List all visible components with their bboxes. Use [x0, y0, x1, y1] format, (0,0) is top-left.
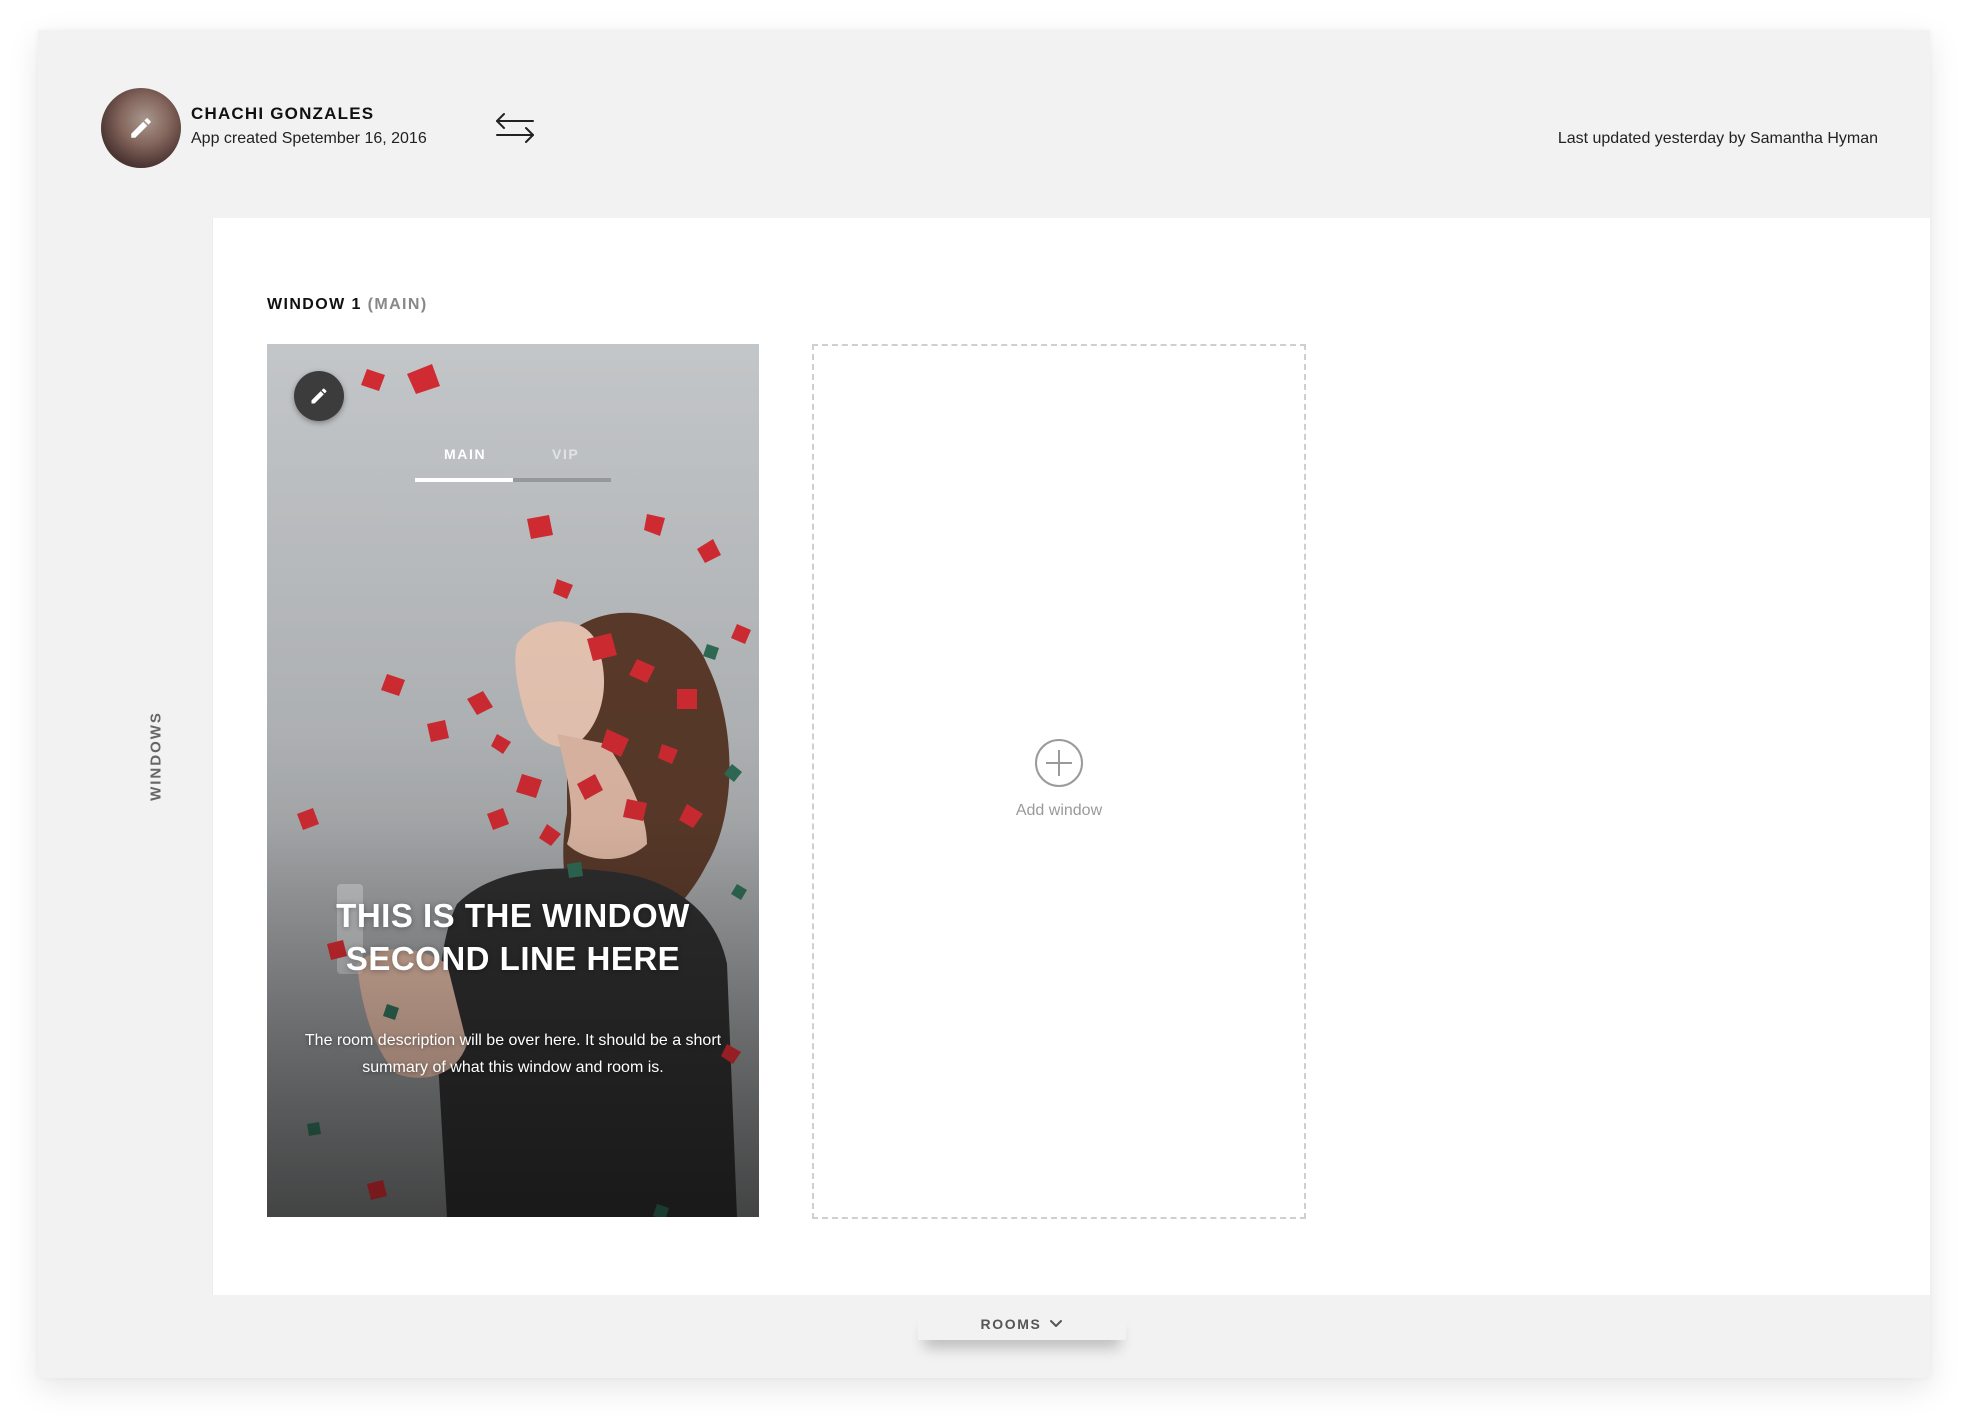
rooms-toggle-button[interactable]: ROOMS [918, 1308, 1126, 1340]
app-created-date: App created Spetember 16, 2016 [191, 130, 427, 147]
window-description: The room description will be over here. … [304, 1032, 722, 1076]
window-room-tabs: MAIN VIP [415, 446, 615, 486]
edit-window-button[interactable] [294, 371, 344, 421]
main-panel: WINDOWS WINDOW 1 (MAIN) MAIN VIP THIS IS… [100, 218, 1930, 1295]
swap-arrows-icon[interactable] [493, 110, 537, 146]
sidebar-label: WINDOWS [147, 711, 165, 801]
avatar[interactable] [101, 88, 181, 168]
pencil-icon [131, 118, 151, 138]
app-frame: CHACHI GONZALES App created Spetember 16… [38, 30, 1930, 1378]
add-window-button[interactable]: Add window [812, 344, 1306, 1219]
window-title-line-2: SECOND LINE HERE [345, 940, 681, 977]
window-heading: WINDOW 1 (MAIN) [267, 296, 428, 314]
window-title-line-1: THIS IS THE WINDOW [336, 897, 690, 934]
tab-vip[interactable]: VIP [552, 446, 579, 462]
tab-active-indicator [415, 478, 513, 482]
rooms-label: ROOMS [980, 1316, 1042, 1332]
user-name: CHACHI GONZALES [191, 104, 375, 123]
window-preview-card[interactable]: MAIN VIP THIS IS THE WINDOW SECOND LINE … [267, 344, 759, 1217]
window-heading-tag: (MAIN) [367, 296, 428, 313]
window-heading-title: WINDOW 1 [267, 296, 362, 313]
add-window-label: Add window [1015, 802, 1103, 819]
plus-circle-icon [1035, 739, 1083, 787]
chevron-down-icon [1050, 1320, 1063, 1327]
last-updated-status: Last updated yesterday by Samantha Hyman [1557, 130, 1878, 147]
windows-sidebar[interactable]: WINDOWS [100, 218, 213, 1295]
tab-main[interactable]: MAIN [444, 446, 486, 462]
window-title: THIS IS THE WINDOW SECOND LINE HERE [267, 894, 759, 980]
avatar-edit-overlay[interactable] [101, 88, 181, 168]
pencil-icon [311, 388, 327, 404]
